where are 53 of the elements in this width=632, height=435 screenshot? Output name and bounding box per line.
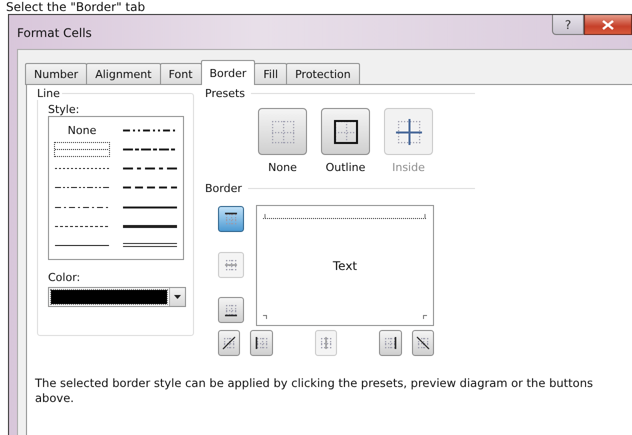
tab[interactable]: Alignment <box>86 63 161 85</box>
inside-border-icon <box>394 116 424 146</box>
line-style-icon <box>55 167 109 170</box>
line-style-icon <box>123 129 177 132</box>
corner-mark-icon <box>423 315 427 319</box>
presets-label: Presets <box>205 87 246 100</box>
caret-icon <box>174 295 181 299</box>
preset-label: None <box>268 161 297 174</box>
preset-label: Outline <box>326 161 366 174</box>
line-style-icon <box>123 224 177 228</box>
style-label: Style: <box>48 103 80 116</box>
border-preview[interactable]: Text <box>256 205 434 326</box>
border-button[interactable] <box>218 297 244 323</box>
line-style-icon <box>123 167 177 170</box>
tab[interactable]: Number <box>25 63 88 85</box>
tab[interactable]: Border <box>200 60 256 85</box>
caption-text: Select the "Border" tab <box>5 0 146 14</box>
line-style-icon <box>55 224 109 228</box>
tab[interactable]: Font <box>160 63 202 85</box>
line-style-option[interactable] <box>52 140 112 160</box>
line-style-icon <box>55 148 109 152</box>
line-style-icon <box>123 206 177 209</box>
border-button[interactable] <box>250 330 273 356</box>
help-button[interactable]: ? <box>552 15 584 35</box>
double-line-icon <box>123 243 177 248</box>
border-label: Border <box>205 182 242 195</box>
color-dropdown[interactable] <box>48 287 186 307</box>
color-label: Color: <box>48 271 82 284</box>
line-style-option[interactable]: None <box>52 121 112 140</box>
description-text: The selected border style can be applied by clicking the presets, preview diagram or the buttons above. <box>35 376 594 406</box>
outline-preset-button[interactable] <box>321 108 370 155</box>
border-button[interactable] <box>218 330 240 356</box>
close-icon <box>602 20 614 30</box>
line-style-icon <box>55 206 109 209</box>
tab[interactable]: Protection <box>286 63 360 85</box>
line-style-icon <box>55 244 109 247</box>
close-button[interactable] <box>584 15 632 35</box>
line-style-icon <box>55 186 109 190</box>
line-style-icon <box>123 148 177 152</box>
border-button[interactable] <box>412 330 434 356</box>
border-button[interactable] <box>379 330 402 356</box>
diagonal-up-border-icon <box>220 334 238 352</box>
diagonal-down-border-icon <box>414 334 432 352</box>
tab[interactable]: Fill <box>254 63 288 85</box>
group-label: Line <box>37 87 62 100</box>
none-preset-button[interactable] <box>258 108 307 155</box>
window-title: Format Cells <box>17 26 92 40</box>
preview-text: Text <box>332 258 358 272</box>
style-list[interactable]: None <box>48 116 184 260</box>
corner-mark-icon <box>263 315 267 319</box>
preset-label: Inside <box>392 161 425 174</box>
line-style-icon <box>123 186 177 190</box>
dropdown-button[interactable] <box>169 288 185 306</box>
